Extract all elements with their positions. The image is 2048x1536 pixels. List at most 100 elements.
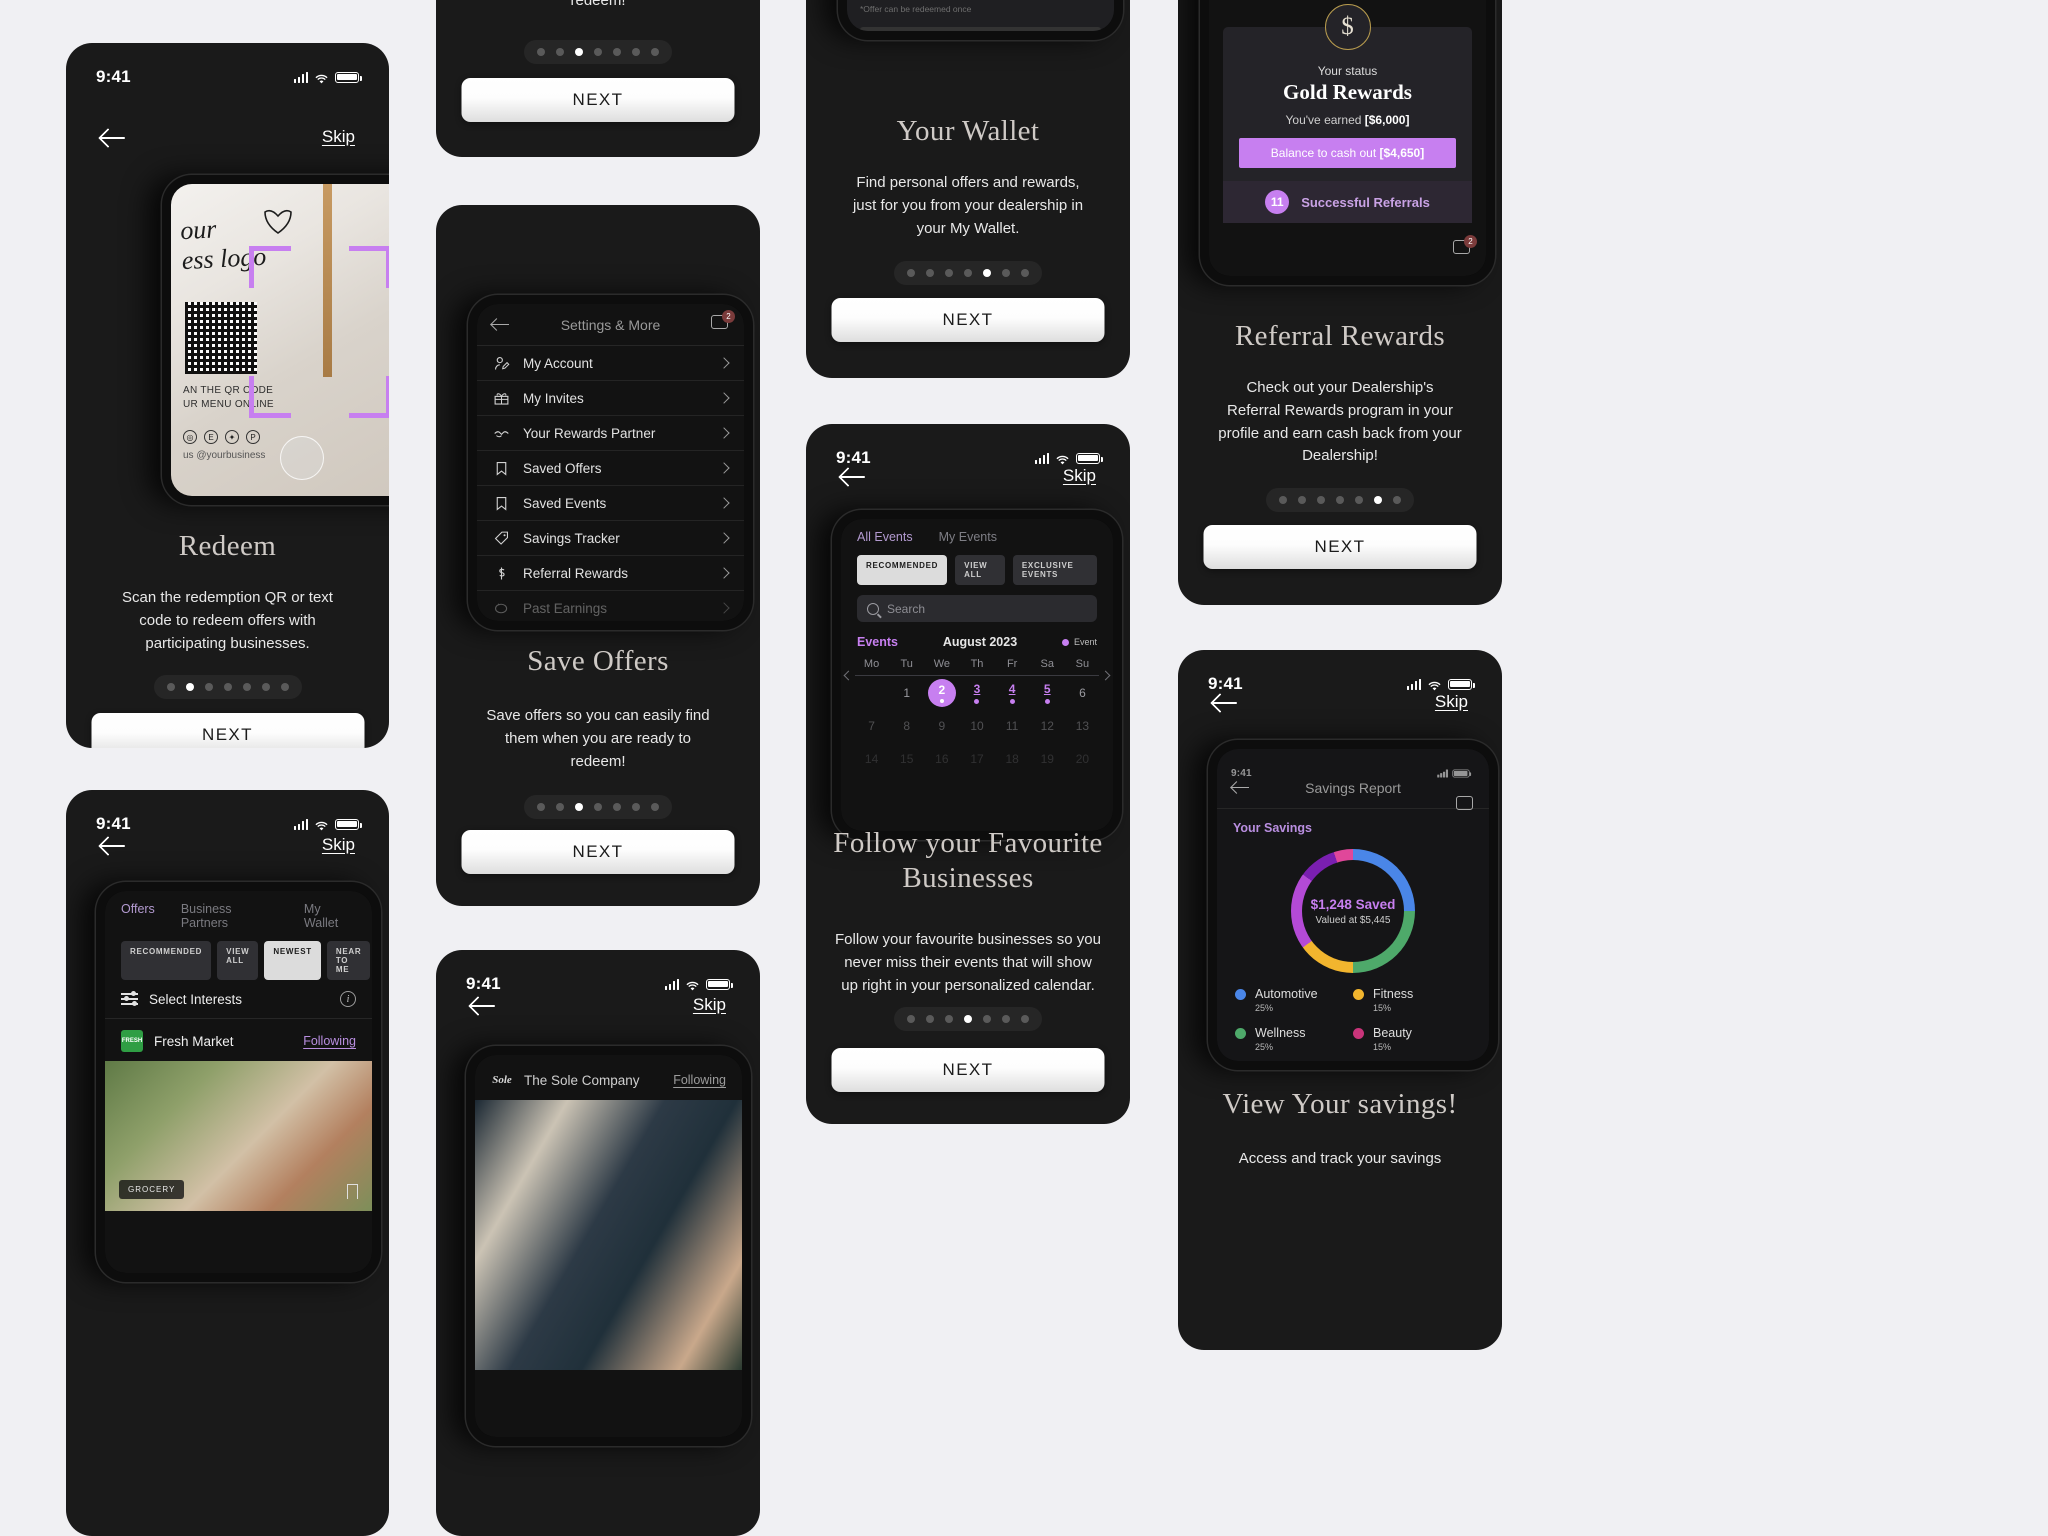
skip-button[interactable]: Skip	[322, 127, 355, 147]
chip-view-all[interactable]: VIEW ALL	[955, 555, 1005, 585]
calendar-day-event[interactable]: 3	[959, 676, 994, 709]
setting-item-saved-offers[interactable]: Saved Offers	[477, 451, 744, 486]
dot[interactable]	[651, 48, 659, 56]
skip-button[interactable]: Skip	[1435, 692, 1468, 712]
dot[interactable]	[594, 48, 602, 56]
calendar-day[interactable]: 16	[924, 742, 959, 775]
skip-button[interactable]: Skip	[693, 995, 726, 1015]
setting-item-my-invites[interactable]: My Invites	[477, 381, 744, 416]
dot[interactable]	[280, 683, 289, 691]
calendar-day[interactable]	[854, 676, 889, 709]
search-input[interactable]: Search	[857, 595, 1097, 622]
pagination-dots[interactable]	[1266, 488, 1414, 512]
chip-recommended[interactable]: RECOMMENDED	[121, 941, 212, 980]
calendar-day-selected[interactable]: 2	[924, 676, 959, 709]
dot[interactable]	[651, 803, 659, 811]
events-tabs[interactable]: All Events My Events	[841, 519, 1113, 544]
chip-newest[interactable]: NEWEST	[264, 941, 321, 980]
calendar-day[interactable]: 9	[924, 709, 959, 742]
calendar-day[interactable]: 12	[1030, 709, 1065, 742]
next-button[interactable]: NEXT	[461, 78, 735, 122]
dot[interactable]	[537, 48, 545, 56]
cash-out-button[interactable]: Balance to cash out [$4,650]	[1239, 138, 1456, 168]
dot[interactable]	[556, 803, 564, 811]
tab-all-events[interactable]: All Events	[857, 530, 913, 544]
dot[interactable]	[983, 1015, 991, 1023]
calendar-day[interactable]: 11	[995, 709, 1030, 742]
setting-item-savings-tracker[interactable]: Savings Tracker	[477, 521, 744, 556]
calendar-day[interactable]: 20	[1065, 742, 1100, 775]
dot[interactable]	[632, 48, 640, 56]
tab-business-partners[interactable]: Business Partners	[181, 902, 278, 930]
tab-offers[interactable]: Offers	[121, 902, 155, 930]
dot[interactable]	[964, 269, 972, 277]
dot[interactable]	[1298, 496, 1306, 504]
following-button[interactable]: Following	[673, 1073, 726, 1087]
next-button[interactable]: NEXT	[1203, 525, 1477, 569]
dot[interactable]	[166, 683, 175, 691]
dot[interactable]	[537, 803, 545, 811]
back-button[interactable]	[840, 466, 866, 486]
offers-tabs[interactable]: Offers Business Partners My Wallet	[105, 891, 372, 930]
dot[interactable]	[1279, 496, 1287, 504]
skip-button[interactable]: Skip	[322, 835, 355, 855]
business-row[interactable]: Sole The Sole Company Following	[475, 1055, 742, 1100]
info-icon[interactable]: i	[340, 991, 356, 1007]
offers-filter-chips[interactable]: RECOMMENDED VIEW ALL NEWEST NEAR TO ME	[105, 930, 372, 980]
dot[interactable]	[1317, 496, 1325, 504]
dot[interactable]	[613, 803, 621, 811]
dot[interactable]	[926, 1015, 934, 1023]
chip-view-all[interactable]: VIEW ALL	[217, 941, 259, 980]
shutter-button[interactable]	[280, 436, 324, 480]
next-button[interactable]: NEXT	[831, 298, 1105, 342]
calendar-day[interactable]: 18	[995, 742, 1030, 775]
dot[interactable]	[261, 683, 270, 691]
dot-active[interactable]	[964, 1015, 972, 1023]
dot-active[interactable]	[575, 803, 583, 811]
setting-item-saved-events[interactable]: Saved Events	[477, 486, 744, 521]
pagination-dots[interactable]	[524, 795, 672, 819]
dot[interactable]	[242, 683, 251, 691]
pagination-dots[interactable]	[894, 1007, 1042, 1031]
pagination-dots[interactable]	[524, 40, 672, 64]
dot[interactable]	[1355, 496, 1363, 504]
calendar-day[interactable]: 10	[959, 709, 994, 742]
dot[interactable]	[223, 683, 232, 691]
following-button[interactable]: Following	[303, 1034, 356, 1048]
back-button[interactable]	[100, 127, 126, 147]
messages-icon[interactable]	[1456, 796, 1475, 813]
dot[interactable]	[907, 269, 915, 277]
dot[interactable]	[556, 48, 564, 56]
calendar-day-event[interactable]: 5	[1030, 676, 1065, 709]
tab-my-wallet[interactable]: My Wallet	[304, 902, 356, 930]
setting-item-my-account[interactable]: My Account	[477, 346, 744, 381]
next-button[interactable]: NEXT	[461, 830, 735, 874]
calendar-day[interactable]: 6	[1065, 676, 1100, 709]
calendar-day[interactable]: 15	[889, 742, 924, 775]
select-interests-row[interactable]: Select Interests i	[105, 980, 372, 1019]
dot-active[interactable]	[1374, 496, 1382, 504]
dot-active[interactable]	[575, 48, 583, 56]
dot[interactable]	[1002, 1015, 1010, 1023]
chip-recommended[interactable]: RECOMMENDED	[857, 555, 948, 585]
calendar-day[interactable]: 8	[889, 709, 924, 742]
calendar-day[interactable]: 7	[854, 709, 889, 742]
dot[interactable]	[926, 269, 934, 277]
calendar-day[interactable]: 13	[1065, 709, 1100, 742]
dot[interactable]	[632, 803, 640, 811]
chip-exclusive-events[interactable]: EXCLUSIVE EVENTS	[1012, 555, 1097, 585]
dot-active[interactable]	[983, 269, 991, 277]
dot[interactable]	[907, 1015, 915, 1023]
pagination-dots[interactable]	[894, 261, 1042, 285]
bookmark-icon[interactable]	[347, 1184, 358, 1199]
calendar-day[interactable]: 17	[959, 742, 994, 775]
dot[interactable]	[594, 803, 602, 811]
dot[interactable]	[613, 48, 621, 56]
dot[interactable]	[1021, 1015, 1029, 1023]
pagination-dots[interactable]	[153, 675, 302, 699]
calendar-day[interactable]: 14	[854, 742, 889, 775]
calendar-day[interactable]: 1	[889, 676, 924, 709]
messages-icon[interactable]: 2	[1453, 235, 1477, 257]
next-button[interactable]: NEXT	[831, 1048, 1105, 1092]
dot-active[interactable]	[185, 683, 194, 691]
